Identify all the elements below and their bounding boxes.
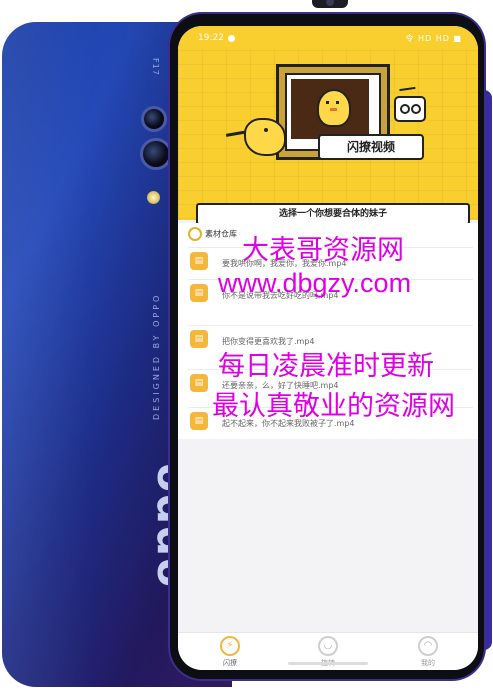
- model-label: F17: [151, 58, 160, 76]
- watermark-line: 大表哥资源网: [242, 235, 404, 265]
- mascot-icon: [244, 118, 286, 156]
- rear-camera-main-icon: [140, 138, 172, 170]
- app-title: 闪撩视频: [318, 134, 424, 160]
- flash-icon: [147, 191, 160, 204]
- chick-portrait-icon: [317, 89, 351, 127]
- designed-by-label: DESIGNED BY OPPO: [152, 292, 161, 420]
- home-indicator: [288, 662, 368, 665]
- select-girl-button[interactable]: 选择一个你想要合体的妹子: [196, 203, 470, 225]
- tab-label: 我的: [421, 659, 435, 667]
- face-icon: ◡: [318, 636, 338, 656]
- tab-flash[interactable]: ⚡ 闪撩: [200, 636, 260, 670]
- user-icon: ◠: [418, 636, 438, 656]
- hero-banner: 闪撩视频 选择一个你想要合体的妹子: [178, 50, 478, 225]
- portrait-canvas: [291, 79, 369, 139]
- rear-camera-icon: [141, 106, 167, 132]
- lightning-icon: ⚡: [220, 636, 240, 656]
- tab-label: 闪撩: [223, 659, 237, 667]
- video-file-icon: ▤: [190, 374, 208, 392]
- popup-camera: [312, 0, 348, 8]
- video-file-icon: ▤: [190, 284, 208, 302]
- video-file-icon: ▤: [190, 412, 208, 430]
- status-indicators: 令 HD HD ■: [405, 34, 462, 43]
- status-bar: 19:22 令 HD HD ■: [178, 26, 478, 50]
- library-icon: [188, 227, 202, 241]
- video-file-icon: ▤: [190, 252, 208, 270]
- watermark-line: 每日凌晨准时更新: [218, 351, 434, 381]
- tab-mine[interactable]: ◠ 我的: [398, 636, 458, 670]
- status-time: 19:22: [198, 33, 224, 43]
- empty-content-area: [178, 439, 478, 632]
- watermark-line: 最认真敬业的资源网: [212, 391, 455, 421]
- notification-dot-icon: [228, 35, 235, 42]
- watermark-line: www.dbgzy.com: [218, 268, 412, 298]
- library-header: 素材仓库: [188, 227, 237, 243]
- library-title: 素材仓库: [205, 229, 237, 239]
- robot-gadget-icon: [394, 96, 426, 122]
- video-file-icon: ▤: [190, 330, 208, 348]
